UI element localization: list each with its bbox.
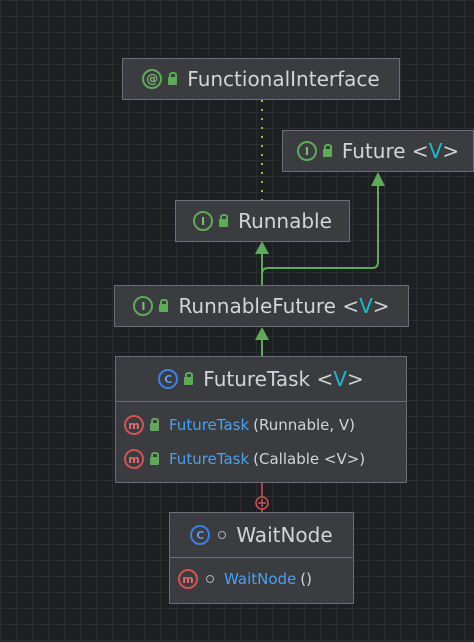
lock-icon xyxy=(322,144,332,157)
node-title: FutureTask xyxy=(203,367,311,391)
method-icon: m xyxy=(124,415,144,435)
generic-open: < xyxy=(335,294,360,318)
lock-icon xyxy=(219,214,229,227)
node-header: C FutureTask < V > xyxy=(116,357,406,401)
method-name: FutureTask xyxy=(169,416,250,434)
inner-class-icon: C xyxy=(190,525,211,545)
method-icon: m xyxy=(178,569,198,589)
class-icon: C xyxy=(158,369,179,389)
node-title: Runnable xyxy=(238,209,332,233)
method-name: FutureTask xyxy=(169,450,250,468)
method-params: (Runnable, V) xyxy=(253,416,356,434)
generic-close: > xyxy=(346,367,364,391)
lock-icon xyxy=(168,72,178,85)
member-list: m WaitNode () xyxy=(170,557,353,600)
interface-icon: I xyxy=(133,296,154,316)
method-row[interactable]: m FutureTask (Callable <V>) xyxy=(116,442,406,476)
lock-icon xyxy=(159,299,169,312)
method-row[interactable]: m FutureTask (Runnable, V) xyxy=(116,408,406,442)
generic-param: V xyxy=(359,294,373,318)
method-params: () xyxy=(300,570,312,588)
arrowhead-future xyxy=(371,172,385,186)
node-runnablefuture[interactable]: I RunnableFuture < V > xyxy=(114,285,409,327)
node-title: WaitNode xyxy=(236,523,333,547)
node-title: RunnableFuture xyxy=(178,294,336,318)
node-waitnode[interactable]: C WaitNode m WaitNode () xyxy=(169,512,354,604)
interface-icon: I xyxy=(193,211,214,231)
annotation-icon: @ xyxy=(142,69,163,89)
arrowhead-runnable xyxy=(255,241,269,254)
package-private-icon xyxy=(206,575,214,583)
generic-param: V xyxy=(333,367,347,391)
node-future[interactable]: I Future < V > xyxy=(282,130,474,172)
member-list: m FutureTask (Runnable, V) m FutureTask … xyxy=(116,401,406,482)
generic-close: > xyxy=(442,139,460,163)
node-header: I Runnable xyxy=(176,201,349,241)
generic-close: > xyxy=(372,294,390,318)
node-title: Future xyxy=(341,139,406,163)
lock-icon xyxy=(150,452,159,465)
node-futuretask[interactable]: C FutureTask < V > m FutureTask (Runnable,… xyxy=(115,356,407,483)
node-header: @ FunctionalInterface xyxy=(123,59,399,99)
node-header: C WaitNode xyxy=(170,513,353,557)
method-icon: m xyxy=(124,449,144,469)
lock-icon xyxy=(184,372,194,385)
generic-open: < xyxy=(405,139,429,163)
node-functionalinterface[interactable]: @ FunctionalInterface xyxy=(122,58,400,100)
method-row[interactable]: m WaitNode () xyxy=(170,562,353,596)
lock-icon xyxy=(150,418,159,431)
generic-open: < xyxy=(310,367,334,391)
method-params: (Callable <V>) xyxy=(253,450,366,468)
node-runnable[interactable]: I Runnable xyxy=(175,200,350,242)
package-private-icon xyxy=(218,531,227,539)
node-header: I Future < V > xyxy=(283,131,473,171)
node-header: I RunnableFuture < V > xyxy=(115,286,408,326)
node-title: FunctionalInterface xyxy=(187,67,380,91)
arrowhead-runnablefuture xyxy=(255,327,269,340)
generic-param: V xyxy=(428,139,443,163)
method-name: WaitNode xyxy=(224,570,297,588)
interface-icon: I xyxy=(296,141,317,161)
